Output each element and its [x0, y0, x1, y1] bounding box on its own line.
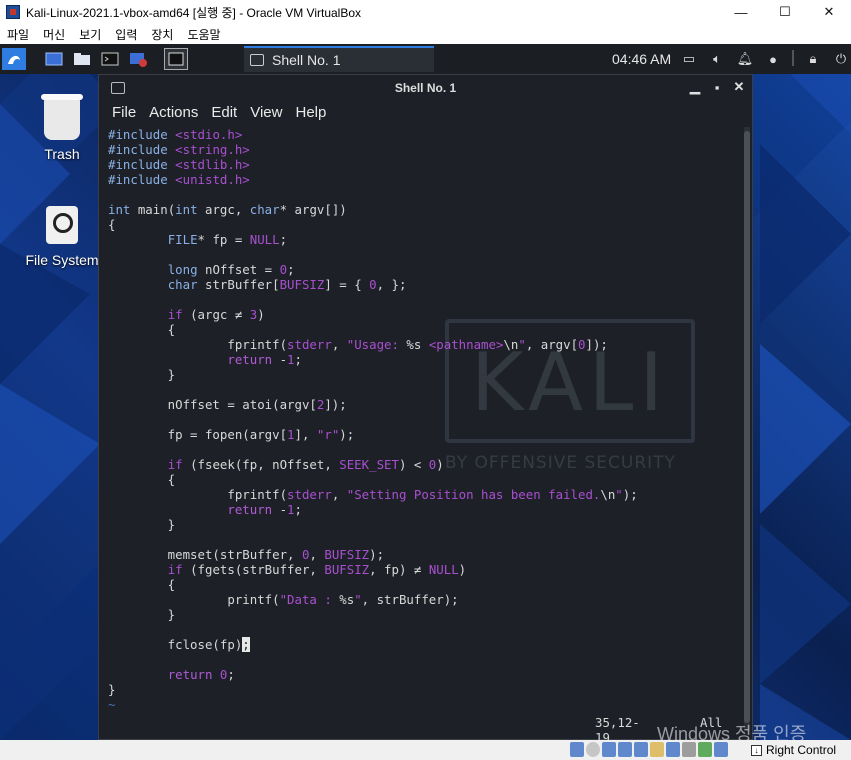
terminal-title: Shell No. 1 [394, 81, 457, 95]
panel-browser-button[interactable] [126, 48, 150, 70]
desktop-icon-trash[interactable]: Trash [22, 94, 102, 162]
trash-label: Trash [44, 146, 80, 162]
terminal-window[interactable]: Shell No. 1 ▁ ▪ ✕ File Actions Edit View… [98, 74, 753, 745]
terminal-menubar: File Actions Edit View Help [99, 101, 752, 123]
notification-bell-icon[interactable]: 🔔︎ [736, 50, 754, 68]
separator [792, 50, 794, 66]
code-editor[interactable]: #include <stdio.h> #include <string.h> #in… [99, 125, 743, 737]
mouse-integration-icon[interactable] [714, 742, 728, 757]
taskbar-item-label: Shell No. 1 [272, 52, 341, 68]
terminal-icon [101, 52, 119, 66]
terminal-menu-actions[interactable]: Actions [149, 104, 198, 121]
virtualbox-icon [6, 5, 20, 19]
workspace-icon [168, 52, 184, 66]
filesystem-label: File System [25, 252, 99, 268]
terminal-minimize-button[interactable]: ▁ [688, 79, 702, 95]
terminal-menu-view[interactable]: View [250, 104, 282, 121]
hard-disk-icon[interactable] [570, 742, 584, 757]
volume-icon[interactable]: 🔈︎ [708, 50, 726, 68]
display-status-icon[interactable] [666, 742, 680, 757]
panel-workspace-button[interactable] [164, 48, 188, 70]
panel-desktop-button[interactable] [42, 48, 66, 70]
keyboard-arrow-icon: ↓ [751, 744, 762, 756]
terminal-close-button[interactable]: ✕ [732, 79, 746, 95]
panel-clock[interactable]: 04:46 AM [612, 51, 671, 67]
power-manager-icon[interactable]: ● [764, 50, 782, 68]
vbox-menu-input[interactable]: 입력 [115, 26, 137, 43]
terminal-scrollbar-thumb[interactable] [744, 131, 750, 723]
close-button[interactable]: ✕ [807, 0, 851, 24]
network-icon[interactable] [618, 742, 632, 757]
trash-icon [41, 94, 83, 140]
vbox-title-bar: Kali-Linux-2021.1-vbox-amd64 [실행 중] - Or… [0, 0, 851, 24]
taskbar-item-shell[interactable]: Shell No. 1 [244, 46, 434, 72]
display-icon[interactable]: ▭ [680, 50, 698, 68]
vbox-device-icons [570, 742, 728, 757]
power-icon[interactable]: ⏻ [832, 50, 850, 68]
audio-icon[interactable] [602, 742, 616, 757]
folder-icon [74, 53, 90, 65]
minimize-button[interactable]: — [719, 0, 763, 24]
vbox-menu-devices[interactable]: 장치 [151, 26, 173, 43]
terminal-menu-help[interactable]: Help [295, 104, 326, 121]
terminal-scrollbar[interactable] [744, 127, 750, 731]
vbox-statusbar: ↓ Right Control [0, 740, 851, 760]
desktop-icon-filesystem[interactable]: File System [22, 206, 102, 268]
vbox-menu-help[interactable]: 도움말 [187, 26, 220, 43]
vbox-menu-machine[interactable]: 머신 [43, 26, 65, 43]
vbox-window-title: Kali-Linux-2021.1-vbox-amd64 [실행 중] - Or… [26, 5, 362, 20]
vbox-menubar: 파일 머신 보기 입력 장치 도움말 [0, 24, 851, 44]
host-key-label: Right Control [766, 743, 837, 757]
kali-top-panel: Shell No. 1 04:46 AM ▭ 🔈︎ 🔔︎ ● 🔒︎ ⏻ [0, 44, 851, 74]
drive-icon [46, 206, 78, 244]
vbox-menu-file[interactable]: 파일 [7, 26, 29, 43]
virtualization-icon[interactable] [698, 742, 712, 757]
kali-dragon-icon [8, 55, 20, 64]
panel-files-button[interactable] [70, 48, 94, 70]
lock-icon[interactable]: 🔒︎ [804, 50, 822, 68]
usb-icon[interactable] [634, 742, 648, 757]
terminal-maximize-button[interactable]: ▪ [710, 79, 724, 95]
terminal-menu-edit[interactable]: Edit [211, 104, 237, 121]
terminal-menu-file[interactable]: File [112, 104, 136, 121]
browser-icon [130, 53, 147, 67]
host-key-indicator: ↓ Right Control [751, 743, 836, 757]
show-desktop-icon [45, 52, 63, 66]
code-text: #include <stdio.h> #include <string.h> #in… [108, 127, 638, 712]
terminal-window-icon [250, 54, 264, 66]
vbox-menu-view[interactable]: 보기 [79, 26, 101, 43]
recording-icon[interactable] [682, 742, 696, 757]
panel-terminal-button[interactable] [98, 48, 122, 70]
kali-menu-button[interactable] [2, 48, 26, 70]
optical-drive-icon[interactable] [586, 742, 600, 757]
terminal-titlebar[interactable]: Shell No. 1 ▁ ▪ ✕ [99, 75, 752, 101]
shared-folders-icon[interactable] [650, 742, 664, 757]
maximize-button[interactable]: ☐ [763, 0, 807, 24]
